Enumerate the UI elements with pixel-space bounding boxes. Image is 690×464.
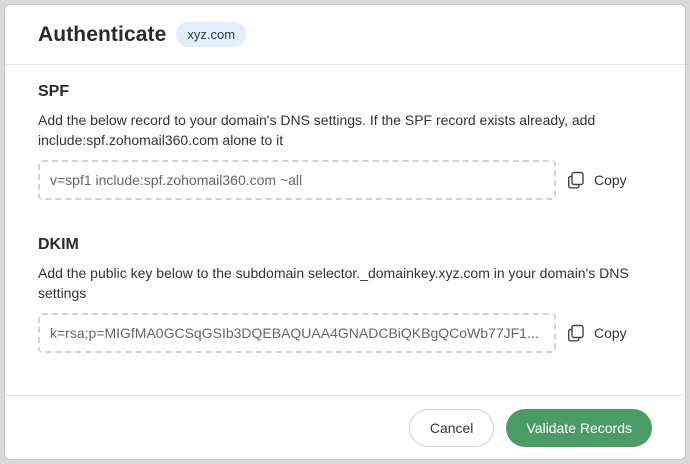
spf-record-field[interactable]: v=spf1 include:spf.zohomail360.com ~all (38, 160, 556, 200)
dialog-title: Authenticate (38, 22, 167, 46)
dkim-record-value: k=rsa;p=MIGfMA0GCSqGSIb3DQEBAQUAA4GNADCB… (50, 325, 539, 341)
spf-description: Add the below record to your domain's DN… (38, 112, 596, 148)
dialog-footer: Cancel Validate Records (5, 395, 685, 459)
copy-icon (568, 171, 584, 189)
validate-records-button[interactable]: Validate Records (506, 408, 652, 447)
copy-icon (568, 324, 584, 342)
domain-badge: xyz.com (176, 22, 247, 47)
dkim-record-row: k=rsa;p=MIGfMA0GCSqGSIb3DQEBAQUAA4GNADCB… (38, 313, 685, 353)
spf-record-value: v=spf1 include:spf.zohomail360.com ~all (50, 172, 303, 188)
spf-title: SPF (38, 83, 70, 100)
dkim-copy-label: Copy (594, 325, 627, 341)
dkim-description: Add the public key below to the subdomai… (38, 265, 629, 301)
spf-copy-button[interactable]: Copy (566, 170, 627, 190)
spf-section: SPF Add the below record to your domain'… (38, 83, 685, 200)
spf-copy-label: Copy (594, 172, 627, 188)
dkim-section: DKIM Add the public key below to the sub… (38, 236, 685, 353)
dialog-body: SPF Add the below record to your domain'… (5, 65, 685, 397)
dkim-record-field[interactable]: k=rsa;p=MIGfMA0GCSqGSIb3DQEBAQUAA4GNADCB… (38, 313, 556, 353)
dialog-header: Authenticate xyz.com (5, 5, 685, 65)
cancel-button[interactable]: Cancel (408, 408, 495, 447)
authenticate-dialog: Authenticate xyz.com SPF Add the below r… (4, 4, 686, 460)
spf-record-row: v=spf1 include:spf.zohomail360.com ~all … (38, 160, 685, 200)
dkim-title: DKIM (38, 236, 79, 253)
dkim-copy-button[interactable]: Copy (566, 323, 627, 343)
